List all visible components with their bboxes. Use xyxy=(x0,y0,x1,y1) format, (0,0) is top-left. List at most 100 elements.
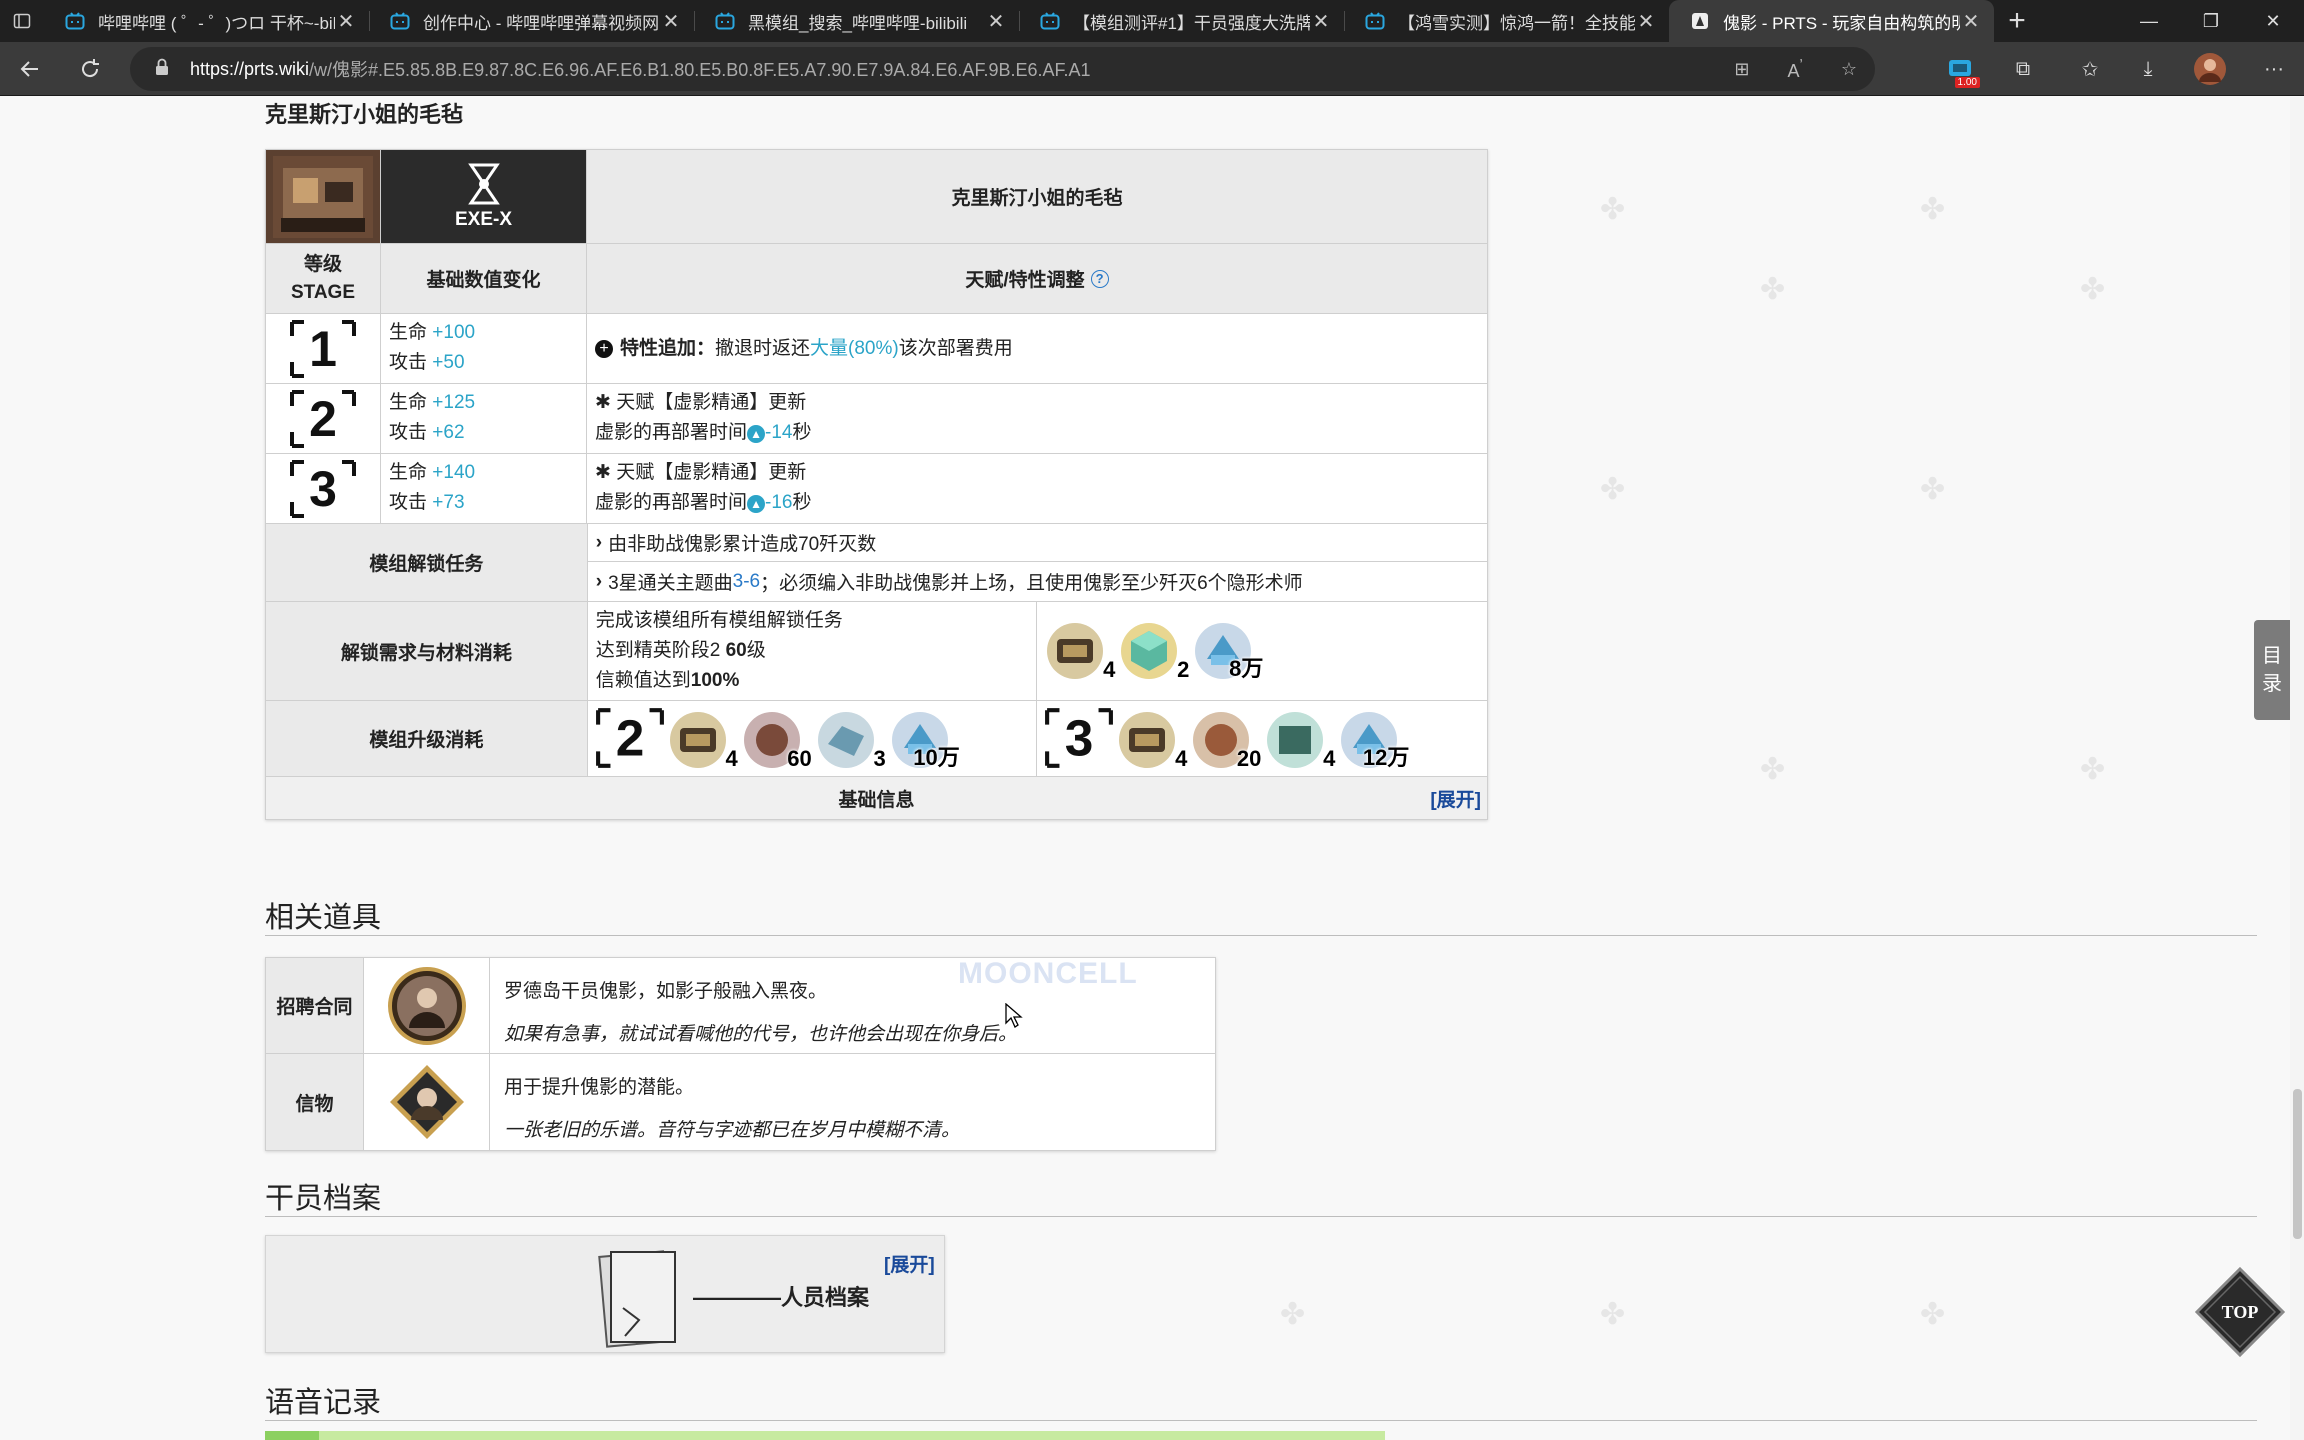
help-icon[interactable]: ? xyxy=(1090,269,1109,288)
lmd-item[interactable]: 10万 xyxy=(888,710,960,770)
close-tab-icon[interactable]: ✕ xyxy=(1310,9,1332,34)
close-tab-icon[interactable]: ✕ xyxy=(1635,9,1657,34)
read-aloud-icon[interactable]: Aʼ xyxy=(1788,57,1803,82)
requirement-label: 解锁需求与材料消耗 xyxy=(266,602,588,700)
restore-icon[interactable]: ❐ xyxy=(2180,0,2242,42)
voice-heading: 语音记录 xyxy=(265,1387,382,1419)
extension-icon[interactable]: 1.00 xyxy=(1940,52,1980,88)
close-window-icon[interactable]: ✕ xyxy=(2242,0,2304,42)
archive-title: ————人员档案 xyxy=(693,1285,870,1310)
module-heading: 克里斯汀小姐的毛毡 xyxy=(265,102,464,127)
module-table: EXE-X 克里斯汀小姐的毛毡 等级 STAGE 基础数值变化 天赋/特性调整 ?… xyxy=(265,149,1488,820)
url-host: https://prts.wiki xyxy=(190,58,310,79)
module-image xyxy=(266,150,381,243)
material-item[interactable]: 20 xyxy=(1189,710,1261,771)
extensions-icon[interactable]: ⧉ xyxy=(1993,42,2053,96)
svg-text:TOP: TOP xyxy=(2222,1302,2259,1322)
stage-1-talent: + 特性追加： 撤退时返还 大量(80%) 该次部署费用 xyxy=(587,314,1487,383)
upgrade-stage-2: 2 4 60 3 10万 xyxy=(588,701,1038,776)
page-content: ✤ ✤ ✤ ✤ ✤ ✤ ✤ ✤ ✤ ✤ ✤ 克里斯汀小姐的毛毡 EXE-X 克里… xyxy=(0,97,2304,1440)
favorites-icon[interactable]: ✩ xyxy=(2060,42,2120,96)
stage-3-badge-icon: 3 xyxy=(1045,708,1114,768)
tab-actions-icon[interactable] xyxy=(0,0,44,42)
arrow-up-icon: ▲ xyxy=(747,425,766,443)
module-data-block-item[interactable]: 4 xyxy=(666,710,738,771)
tab-title: 傀影 - PRTS - 玩家自由构筑的明 xyxy=(1723,13,1960,33)
svg-text:3: 3 xyxy=(1065,708,1094,766)
app-available-icon[interactable]: ⊞ xyxy=(1734,59,1749,80)
bilibili-icon xyxy=(64,10,86,32)
tab-title: 【鸿雪实测】惊鸿一箭！全技能 xyxy=(1398,13,1635,33)
stage-3-talent: ✱ 天赋【虚影精通】更新 虚影的再部署时间 ▲ -16秒 xyxy=(595,462,812,513)
asterisk-icon: ✱ xyxy=(595,462,617,483)
watermark-diamond-icon: ✤ xyxy=(2080,273,2106,306)
close-tab-icon[interactable]: ✕ xyxy=(660,9,682,34)
back-icon[interactable] xyxy=(0,42,60,96)
watermark-text: MOONCELL xyxy=(958,957,1138,990)
toc-toggle[interactable]: 目录 xyxy=(2254,620,2290,720)
back-to-top-button[interactable]: TOP xyxy=(2194,1266,2286,1358)
watermark-diamond-icon: ✤ xyxy=(2080,753,2106,786)
material-item[interactable]: 60 xyxy=(740,710,812,771)
material-item[interactable]: 4 xyxy=(1263,710,1335,771)
minimize-icon[interactable]: — xyxy=(2118,0,2180,42)
watermark-diamond-icon: ✤ xyxy=(1760,753,1786,786)
recruit-contract-icon[interactable] xyxy=(364,958,490,1053)
expand-archive-link[interactable]: [展开] xyxy=(884,1250,935,1277)
archive-panel: ————人员档案 [展开] xyxy=(265,1235,945,1353)
token-icon[interactable] xyxy=(364,1054,490,1150)
stage-number: 1 xyxy=(309,321,337,377)
module-type-code: EXE-X xyxy=(454,208,513,230)
stage-1-icon: 1 xyxy=(266,314,381,383)
requirement-text: 完成该模组所有模组解锁任务 达到精英阶段2 60级 信赖值达到100% xyxy=(588,602,1038,700)
stage-3-icon: 3 xyxy=(266,454,381,523)
browser-tab[interactable]: 黑模组_搜索_哔哩哔哩-bilibili ✕ xyxy=(694,0,1019,42)
scrollbar-thumb[interactable] xyxy=(2293,1089,2302,1239)
bilibili-icon xyxy=(1364,10,1386,32)
close-tab-icon[interactable]: ✕ xyxy=(985,9,1007,34)
stage-2-icon: 2 xyxy=(266,384,381,453)
lmd-item[interactable]: 8万 xyxy=(1191,621,1263,681)
add-favorite-icon[interactable]: ☆ xyxy=(1841,59,1857,80)
more-menu-icon[interactable]: ··· xyxy=(2244,42,2304,96)
stage-2-talent: ✱ 天赋【虚影精通】更新 虚影的再部署时间 ▲ -14秒 xyxy=(595,392,812,443)
module-data-block-item[interactable]: 4 xyxy=(1043,621,1115,682)
page-scrollbar[interactable] xyxy=(2290,97,2304,1440)
browser-tab-active[interactable]: 傀影 - PRTS - 玩家自由构筑的明 ✕ xyxy=(1669,0,1994,42)
avatar[interactable] xyxy=(2180,42,2240,96)
watermark-diamond-icon: ✤ xyxy=(1920,473,1946,506)
browser-tab[interactable]: 【模组测评#1】干员强度大洗牌 ✕ xyxy=(1019,0,1344,42)
module-data-block-item[interactable]: 4 xyxy=(1115,710,1187,771)
stage-2-stats: 生命 +125 攻击 +62 xyxy=(381,384,587,453)
requirement-items: 4 2 8万 xyxy=(1037,602,1487,700)
tab-title: 【模组测评#1】干员强度大洗牌 xyxy=(1073,13,1310,33)
stage-2-badge-icon: 2 xyxy=(595,708,664,768)
watermark-diamond-icon: ✤ xyxy=(1920,1298,1946,1331)
address-bar[interactable]: https://prts.wiki/w/傀影#.E5.85.8B.E9.87.8… xyxy=(130,47,1875,91)
browser-tab[interactable]: 【鸿雪实测】惊鸿一箭！全技能 ✕ xyxy=(1344,0,1669,42)
expand-base-info-link[interactable]: [展开] xyxy=(1430,785,1481,812)
item-flavor-text: 如果有急事，就试试看喊他的代号，也许他会出现在你身后。 xyxy=(504,1024,1018,1045)
new-tab-button[interactable]: + xyxy=(1994,0,2040,42)
base-info-bar[interactable]: 基础信息 [展开] xyxy=(266,777,1487,819)
close-tab-icon[interactable]: ✕ xyxy=(1960,9,1982,34)
extension-badge: 1.00 xyxy=(1954,77,1980,88)
refresh-icon[interactable] xyxy=(60,42,120,96)
close-tab-icon[interactable]: ✕ xyxy=(335,9,357,34)
browser-tab[interactable]: 创作中心 - 哔哩哔哩弹幕视频网 ✕ xyxy=(369,0,694,42)
bilibili-icon xyxy=(714,10,736,32)
lock-icon[interactable] xyxy=(154,58,170,81)
browser-toolbar: https://prts.wiki/w/傀影#.E5.85.8B.E9.87.8… xyxy=(0,42,2304,96)
arrow-up-icon: ▲ xyxy=(747,495,766,513)
url-path: /w/傀影#.E5.85.8B.E9.87.8C.E6.96.AF.E6.B1.… xyxy=(309,60,1091,80)
lmd-item[interactable]: 12万 xyxy=(1337,710,1409,770)
browser-tab[interactable]: 哔哩哔哩 ( ゜- ゜)つロ 干杯~-bilit ✕ xyxy=(44,0,369,42)
watermark-diamond-icon: ✤ xyxy=(1600,193,1626,226)
bilibili-icon xyxy=(389,10,411,32)
cube-item[interactable]: 2 xyxy=(1117,621,1189,682)
material-item[interactable]: 3 xyxy=(814,710,886,771)
watermark-diamond-icon: ✤ xyxy=(1600,1298,1626,1331)
chevron-right-icon: › xyxy=(595,531,603,553)
downloads-icon[interactable]: ⤓ xyxy=(2118,42,2178,96)
watermark-diamond-icon: ✤ xyxy=(1760,273,1786,306)
